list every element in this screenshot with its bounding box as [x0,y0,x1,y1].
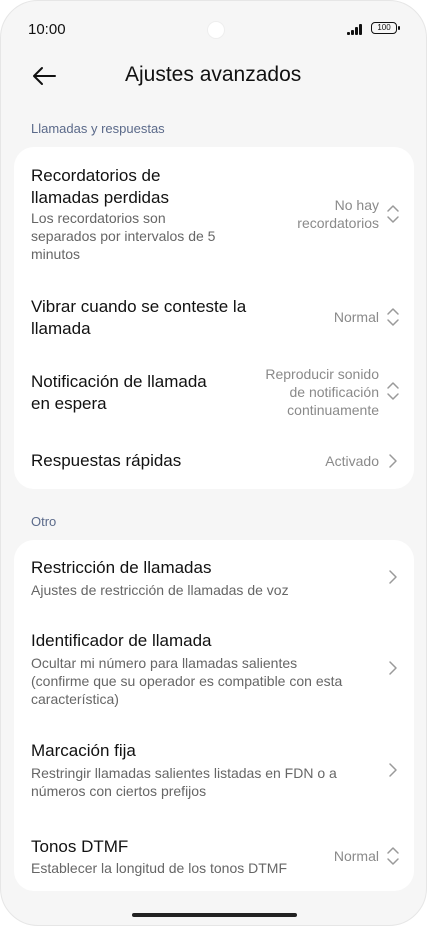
setting-title: Tonos DTMF [31,837,129,856]
setting-fixed-dialing[interactable]: Marcación fija Restringir llamadas salie… [14,730,414,810]
setting-value: Reproducir sonido de notificación contin… [265,366,379,418]
setting-title: Marcación fija [31,741,136,760]
camera-cutout [207,21,225,39]
setting-subtitle: Ocultar mi número para llamadas saliente… [31,655,343,707]
page-title: Ajustes avanzados [125,63,302,86]
settings-card-calls: Recordatorios de llamadas perdidas Los r… [14,147,414,489]
chevron-right-icon [389,661,397,675]
setting-value: No hay recordatorios [297,197,379,231]
setting-title: Vibrar cuando se conteste la llamada [31,297,247,338]
setting-call-barring[interactable]: Restricción de llamadas Ajustes de restr… [14,540,414,616]
battery-icon: 100 [371,22,400,34]
updown-icon [387,382,399,400]
chevron-right-icon [389,763,397,777]
setting-missed-call-reminders[interactable]: Recordatorios de llamadas perdidas Los r… [14,147,414,279]
setting-caller-id[interactable]: Identificador de llamada Ocultar mi núme… [14,620,414,720]
setting-title: Notificación de llamada en espera [31,372,207,413]
section-label-llamadas: Llamadas y respuestas [31,121,165,136]
setting-subtitle: Los recordatorios son separados por inte… [31,210,216,262]
setting-call-waiting-notification[interactable]: Notificación de llamada en espera Reprod… [14,361,414,423]
header: Ajustes avanzados [1,57,426,97]
chevron-right-icon [389,454,397,468]
status-bar: 10:00 100 [1,1,426,57]
setting-quick-responses[interactable]: Respuestas rápidas Activado [14,437,414,483]
phone-screen: 10:00 100 Ajustes avanzados Llamadas y r… [0,0,427,926]
setting-vibrate-on-answer[interactable]: Vibrar cuando se conteste la llamada Nor… [14,287,414,347]
setting-subtitle: Ajustes de restricción de llamadas de vo… [31,582,289,598]
settings-card-other: Restricción de llamadas Ajustes de restr… [14,540,414,891]
setting-title: Respuestas rápidas [31,451,182,470]
section-label-otro: Otro [31,514,57,529]
back-arrow-icon[interactable] [31,63,57,89]
setting-value: Activado [325,453,379,469]
status-time: 10:00 [28,21,66,38]
setting-value: Normal [333,309,379,325]
chevron-right-icon [389,570,397,584]
setting-title: Restricción de llamadas [31,558,212,577]
setting-title: Identificador de llamada [31,631,212,650]
setting-value: Normal [333,848,379,864]
setting-subtitle: Restringir llamadas salientes listadas e… [31,765,337,799]
setting-subtitle: Establecer la longitud de los tonos DTMF [31,860,288,876]
updown-icon [387,308,399,326]
home-indicator[interactable] [132,913,297,917]
updown-icon [387,847,399,865]
setting-dtmf-tones[interactable]: Tonos DTMF Establecer la longitud de los… [14,824,414,884]
updown-icon [387,205,399,223]
setting-title: Recordatorios de llamadas perdidas [31,166,169,207]
signal-icon [347,23,365,35]
